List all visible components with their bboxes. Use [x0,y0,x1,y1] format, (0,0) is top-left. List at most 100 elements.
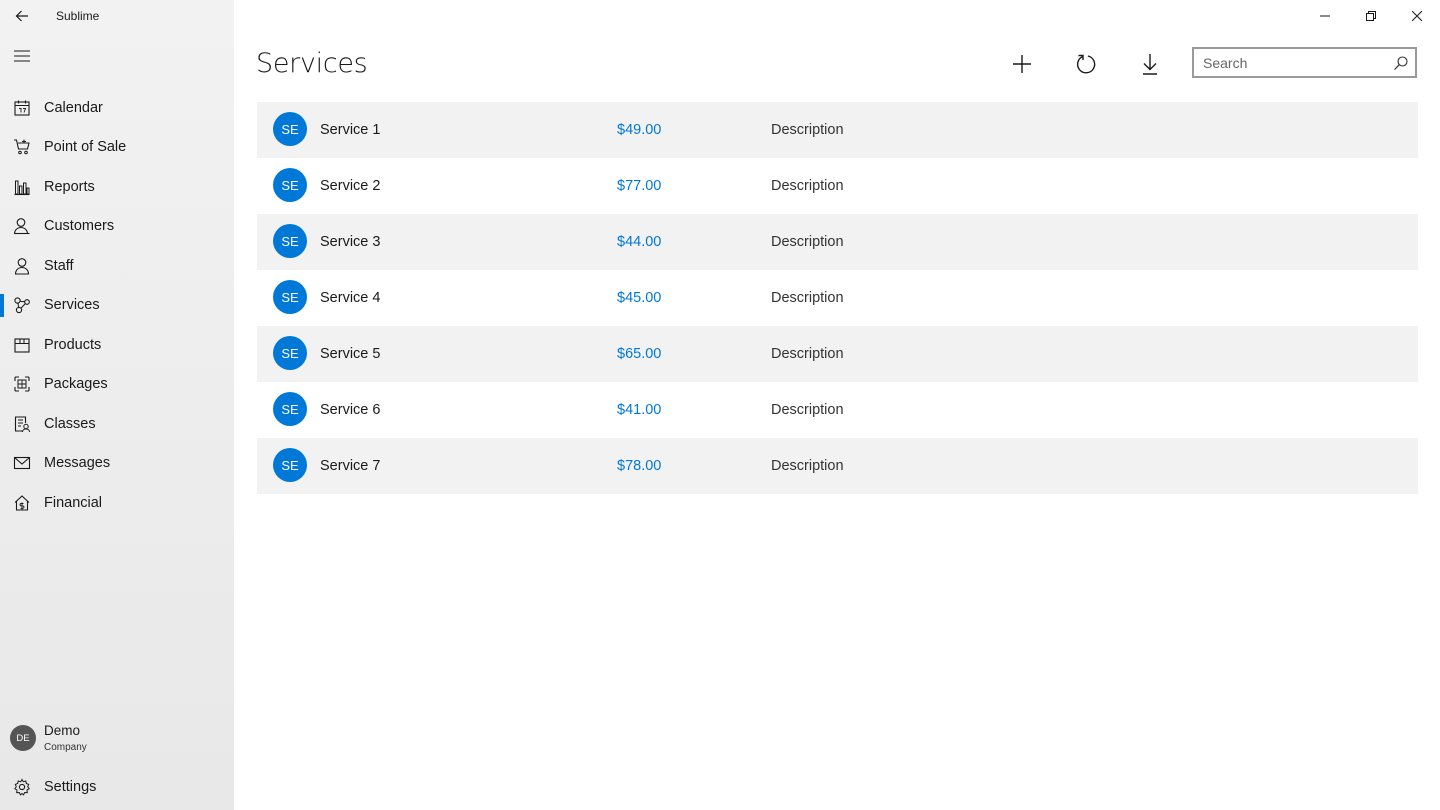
sidebar-item-label: Products [44,336,102,353]
service-name: Service 7 [320,458,381,474]
avatar: SE [273,336,307,370]
sidebar-item-label: Services [44,297,100,314]
search-icon[interactable] [1393,55,1409,71]
services-icon [12,295,32,315]
sidebar-item-reports[interactable]: Reports [0,167,234,207]
sidebar-item-label: Point of Sale [44,139,127,156]
plus-icon [1013,55,1031,73]
service-description: Description [771,178,844,194]
sidebar-item-label: Staff [44,257,74,274]
service-price: $41.00 [617,402,662,418]
service-description: Description [771,402,844,418]
list-item[interactable]: SE Service 2 $77.00 Description [257,158,1418,214]
customers-icon [12,216,32,236]
refresh-button[interactable] [1054,44,1118,84]
sidebar-item-label: Customers [44,218,115,235]
avatar: SE [273,168,307,202]
menu-button[interactable] [0,40,44,72]
sidebar: Sublime Calendar Point of Sale Reports C… [0,0,234,810]
sidebar-item-calendar[interactable]: Calendar [0,88,234,128]
restore-button[interactable] [1348,0,1394,32]
service-price: $78.00 [617,458,662,474]
title-bar-left: Sublime [0,0,234,32]
window-controls [1302,0,1440,32]
sidebar-item-label: Calendar [44,99,103,116]
list-item[interactable]: SE Service 7 $78.00 Description [257,438,1418,494]
mail-icon [12,453,32,473]
sidebar-item-label: Packages [44,376,108,393]
service-name: Service 5 [320,346,381,362]
list-item[interactable]: SE Service 3 $44.00 Description [257,214,1418,270]
sidebar-item-products[interactable]: Products [0,325,234,365]
sidebar-item-label: Financial [44,494,103,511]
sidebar-item-financial[interactable]: Financial [0,483,234,523]
list-item[interactable]: SE Service 5 $65.00 Description [257,326,1418,382]
settings-button[interactable]: Settings [0,768,234,806]
hamburger-icon [14,50,30,62]
sidebar-item-label: Messages [44,455,111,472]
close-icon [1412,11,1422,21]
app-title: Sublime [56,9,100,23]
avatar: SE [273,448,307,482]
sidebar-item-point-of-sale[interactable]: Point of Sale [0,128,234,168]
sidebar-item-staff[interactable]: Staff [0,246,234,286]
service-description: Description [771,346,844,362]
service-price: $49.00 [617,122,662,138]
service-description: Description [771,290,844,306]
toolbar [990,44,1182,84]
service-name: Service 2 [320,178,381,194]
sidebar-item-customers[interactable]: Customers [0,207,234,247]
back-button[interactable] [0,0,44,32]
sidebar-item-messages[interactable]: Messages [0,444,234,484]
search-box [1192,47,1417,78]
profile-name: Demo [44,723,81,738]
restore-icon [1366,11,1376,21]
sidebar-item-label: Reports [44,178,95,195]
profile-company: Company [44,742,87,753]
close-button[interactable] [1394,0,1440,32]
cart-icon [12,137,32,157]
page-title: Services [256,48,368,79]
chart-icon [12,177,32,197]
service-price: $65.00 [617,346,662,362]
box-icon [12,335,32,355]
service-name: Service 1 [320,122,381,138]
gear-icon [12,777,32,797]
service-description: Description [771,458,844,474]
service-name: Service 4 [320,290,381,306]
avatar: SE [273,112,307,146]
add-button[interactable] [990,44,1054,84]
list-item[interactable]: SE Service 4 $45.00 Description [257,270,1418,326]
minimize-button[interactable] [1302,0,1348,32]
profile-button[interactable]: DE Demo Company [0,718,234,758]
avatar: SE [273,224,307,258]
back-arrow-icon [15,10,28,22]
settings-label: Settings [44,779,97,795]
service-description: Description [771,234,844,250]
minimize-icon [1320,15,1330,17]
service-price: $77.00 [617,178,662,194]
sidebar-item-packages[interactable]: Packages [0,365,234,405]
financial-icon [12,493,32,513]
list-item[interactable]: SE Service 6 $41.00 Description [257,382,1418,438]
avatar: DE [10,725,36,751]
sidebar-item-classes[interactable]: Classes [0,404,234,444]
services-list: SE Service 1 $49.00 Description SE Servi… [257,102,1418,494]
service-price: $45.00 [617,290,662,306]
service-name: Service 3 [320,234,381,250]
refresh-icon [1076,54,1096,74]
avatar: SE [273,280,307,314]
packages-icon [12,374,32,394]
list-item[interactable]: SE Service 1 $49.00 Description [257,102,1418,158]
classes-icon [12,414,32,434]
avatar: SE [273,392,307,426]
sidebar-item-label: Classes [44,415,96,432]
sidebar-item-services[interactable]: Services [0,286,234,326]
download-icon [1143,54,1157,75]
nav-list: Calendar Point of Sale Reports Customers… [0,88,234,523]
calendar-icon [12,98,32,118]
download-button[interactable] [1118,44,1182,84]
service-description: Description [771,122,844,138]
search-input[interactable] [1194,54,1384,71]
person-icon [12,256,32,276]
